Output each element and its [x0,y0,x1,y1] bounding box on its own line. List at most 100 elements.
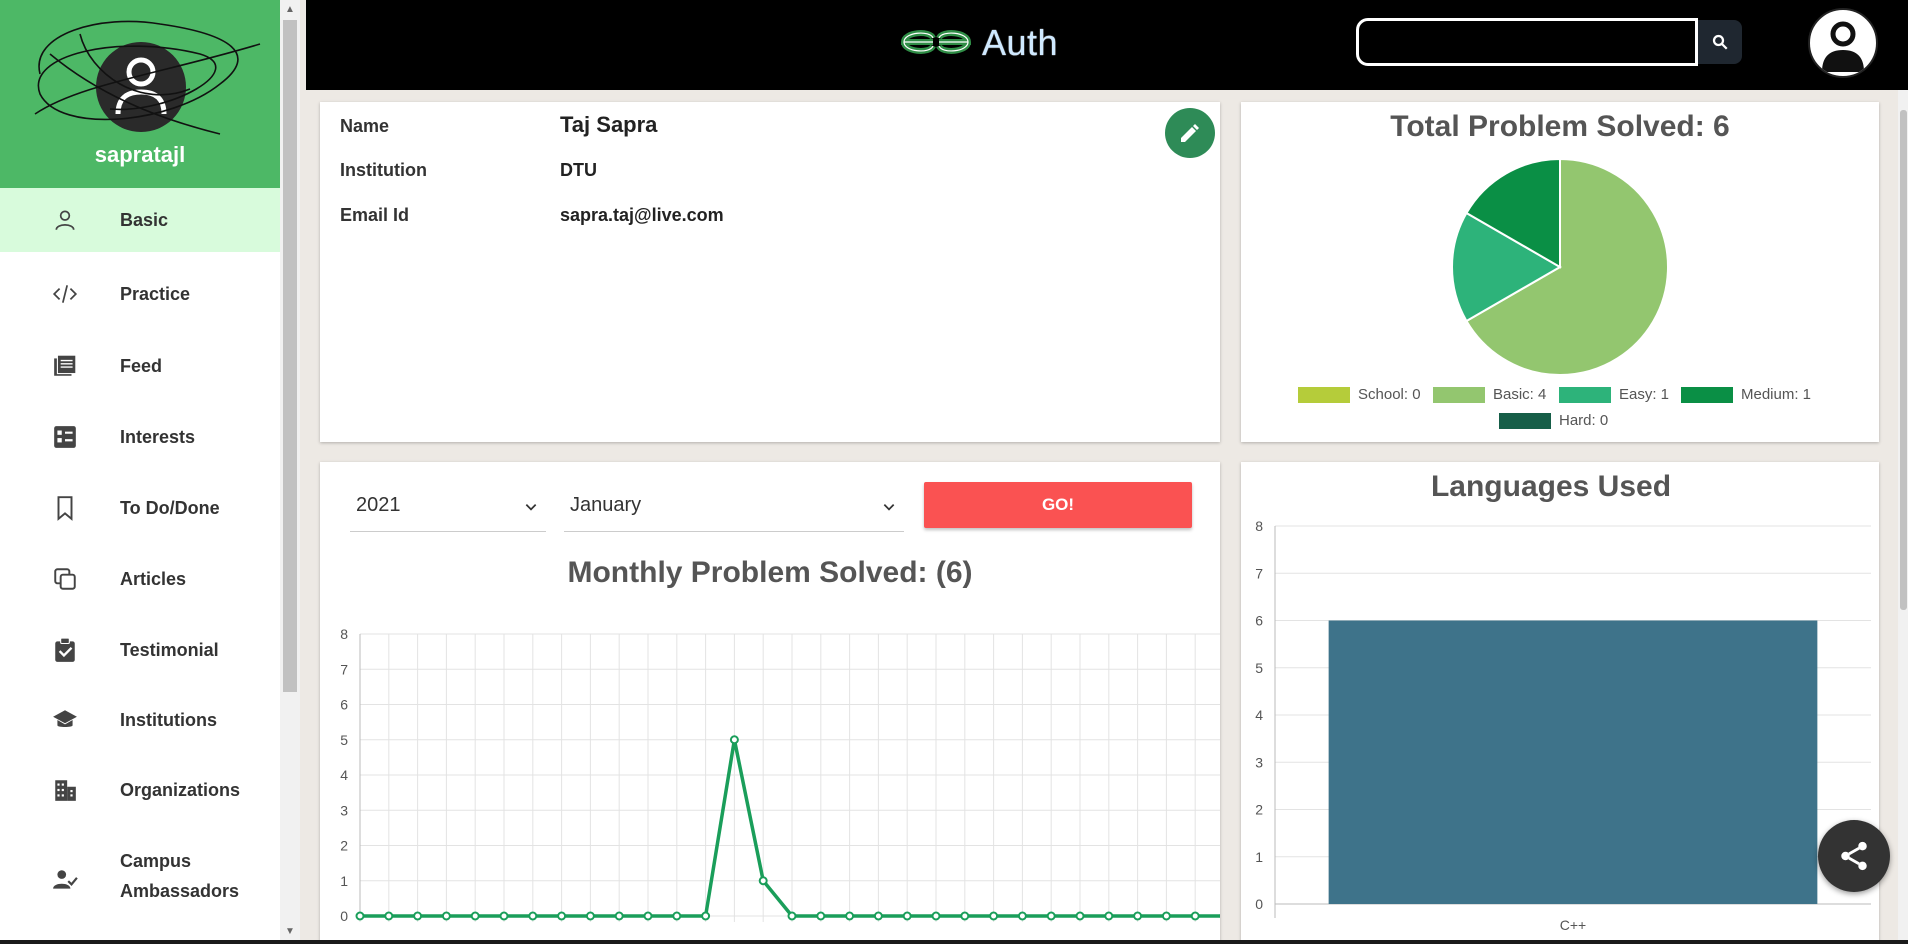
y-tick-label: 8 [340,626,348,642]
data-point-day-24[interactable] [1017,911,1027,921]
legend-label: Hard: 0 [1559,412,1609,429]
year-select[interactable]: 2021 [350,484,546,532]
bar-cpp[interactable] [1328,620,1818,905]
share-icon [1841,841,1867,871]
sidebar-item-organizations[interactable]: Organizations [0,758,280,822]
y-tick-label: 2 [1255,802,1263,818]
y-tick-label: 3 [340,802,348,818]
legend-basic[interactable]: Basic: 4 [1433,386,1546,403]
y-tick-label: 7 [340,661,348,677]
bar-chart-title: Languages Used [1430,470,1672,503]
gfg-logo-icon[interactable] [900,24,972,60]
chevron-down-icon [525,504,537,511]
list-icon [54,426,76,448]
data-point-day-19[interactable] [873,911,883,921]
sidebar-item-interests[interactable]: Interests [0,405,280,469]
sidebar-item-articles[interactable]: Articles [0,547,280,611]
y-tick-label: 5 [340,732,348,748]
copy-icon [54,568,76,590]
data-point-day-15[interactable] [758,876,768,886]
chevron-down-icon [883,504,895,511]
legend-hard[interactable]: Hard: 0 [1499,412,1608,429]
data-point-day-11[interactable] [643,911,653,921]
data-point-day-16[interactable] [787,911,797,921]
data-point-day-1[interactable] [355,911,365,921]
data-point-day-25[interactable] [1046,911,1056,921]
data-point-day-26[interactable] [1075,911,1085,921]
y-tick-label: 0 [1255,896,1263,912]
share-button[interactable] [1818,820,1890,892]
search-icon [1712,34,1728,50]
data-point-day-23[interactable] [989,911,999,921]
data-point-day-3[interactable] [413,911,423,921]
code-icon [52,285,78,303]
bottom-edge [0,940,1908,944]
y-tick-label: 1 [340,873,348,889]
sidebar-item-label: Testimonial [120,640,219,660]
clipboard-check-icon [55,637,75,662]
data-point-day-21[interactable] [931,911,941,921]
data-point-day-29[interactable] [1161,911,1171,921]
data-point-day-18[interactable] [845,911,855,921]
sidebar-item-testimonial[interactable]: Testimonial [0,618,280,682]
sidebar-item-feed[interactable]: Feed [0,334,280,398]
legend-label: Basic: 4 [1493,386,1547,403]
edit-profile-button[interactable] [1165,108,1215,158]
data-point-day-17[interactable] [816,911,826,921]
y-tick-label: 6 [1255,613,1263,629]
building-icon [55,780,76,801]
y-tick-label: 1 [1255,849,1263,865]
data-point-day-30[interactable] [1190,911,1200,921]
search-button[interactable] [1698,20,1742,64]
data-point-day-13[interactable] [701,911,711,921]
data-point-day-5[interactable] [470,911,480,921]
data-point-day-9[interactable] [585,911,595,921]
sidebar-item-label: Articles [120,569,187,589]
legend-swatch [1559,386,1611,403]
legend-label: Medium: 1 [1741,386,1812,403]
data-point-day-10[interactable] [614,911,624,921]
data-point-day-27[interactable] [1104,911,1114,921]
y-tick-label: 8 [1255,518,1263,534]
sidebar-item-campus-ambassadors[interactable]: Campus Ambassadors [0,840,280,920]
feed-icon [54,354,77,376]
page-scrollbar-thumb[interactable] [1900,110,1907,610]
data-point-day-8[interactable] [557,911,567,921]
data-point-day-14[interactable] [729,735,739,745]
month-select[interactable]: January [564,484,904,532]
scroll-down-arrow-icon[interactable]: ▼ [284,926,296,938]
sidebar-scrollbar-thumb[interactable] [283,20,297,692]
sidebar-item-basic[interactable]: Basic [0,188,280,252]
user-avatar[interactable] [1808,8,1878,78]
data-point-day-2[interactable] [384,911,394,921]
legend-medium[interactable]: Medium: 1 [1681,386,1811,403]
name-label: Name [340,116,390,136]
sidebar-item-label: Basic [120,210,169,230]
sidebar-item-label: To Do/Done [120,498,220,518]
scroll-up-arrow-icon[interactable]: ▲ [284,4,296,16]
sidebar-item-label: Organizations [120,780,241,800]
sidebar-item-label: Institutions [120,710,217,730]
y-tick-label: 3 [1255,754,1263,770]
search-input[interactable] [1356,18,1698,66]
data-point-day-28[interactable] [1133,911,1143,921]
sidebar-item-institutions[interactable]: Institutions [0,688,280,752]
data-point-day-20[interactable] [902,911,912,921]
line-chart-title: Monthly Problem Solved: (6) [567,556,973,589]
data-point-day-6[interactable] [499,911,509,921]
sidebar-item-practice[interactable]: Practice [0,262,280,326]
bookmark-icon [57,496,73,521]
institution-label: Institution [340,160,427,180]
sidebar-item-label: Feed [120,356,163,376]
sidebar-item-label-line2: Ambassadors [120,881,240,901]
legend-school[interactable]: School: 0 [1298,386,1421,403]
legend-easy[interactable]: Easy: 1 [1559,386,1669,403]
data-point-day-22[interactable] [960,911,970,921]
sidebar-item-label: Campus [120,851,192,871]
sidebar-item-todo[interactable]: To Do/Done [0,476,280,540]
data-point-day-4[interactable] [441,911,451,921]
go-button[interactable]: GO! [924,482,1192,528]
data-point-day-7[interactable] [528,911,538,921]
data-point-day-12[interactable] [672,911,682,921]
user-avatar-icon [1822,21,1864,72]
